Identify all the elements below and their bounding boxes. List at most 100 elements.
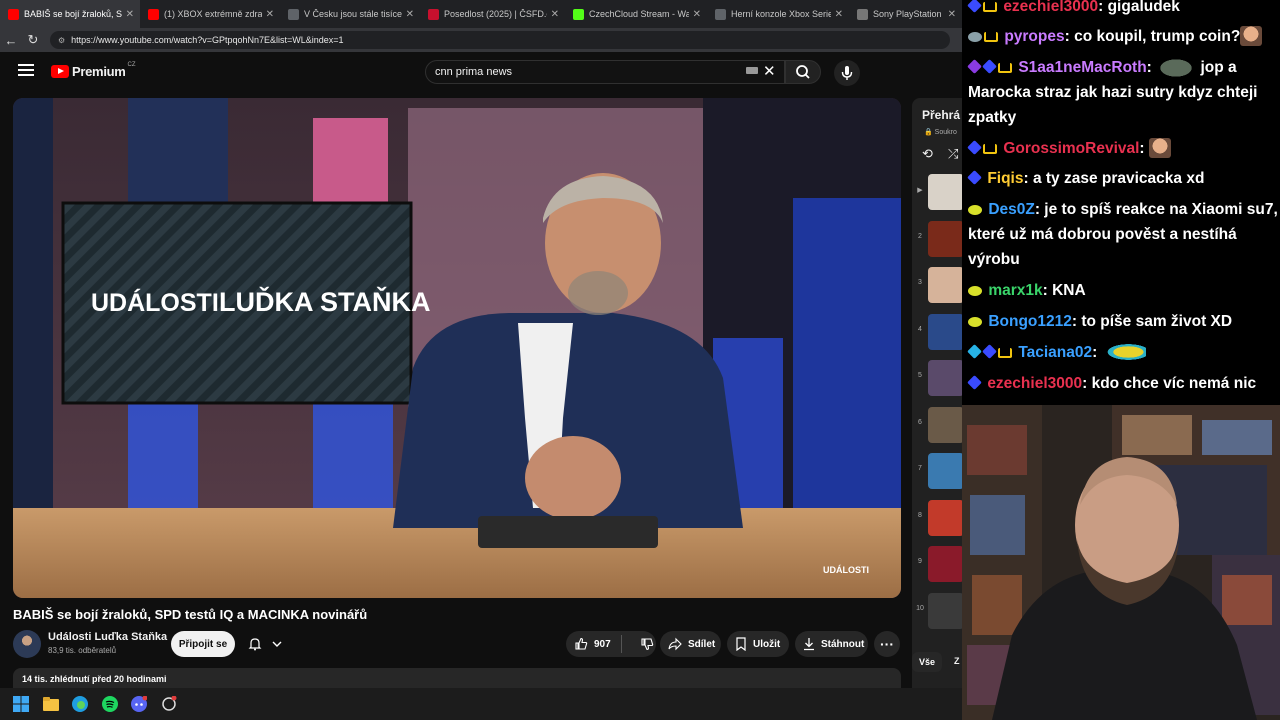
playlist-item-number: 2 xyxy=(918,232,922,240)
notifications-button[interactable] xyxy=(240,631,290,657)
browser-tab-title: CzechCloud Stream - Watch xyxy=(589,9,689,19)
url-bar[interactable]: ⚙ https://www.youtube.com/watch?v=GPtpqo… xyxy=(50,31,950,49)
download-icon xyxy=(804,638,814,651)
playlist-item[interactable]: 7 xyxy=(912,449,962,493)
edge-browser-icon[interactable] xyxy=(72,696,88,712)
chat-message: ezechiel3000: gigaludek xyxy=(967,0,1278,19)
browser-tab[interactable]: Sony PlayStation 4 Slim, ✕ xyxy=(849,0,962,28)
playlist-item[interactable]: ▶ xyxy=(912,170,962,214)
windows-start-icon[interactable] xyxy=(13,696,29,712)
article-icon xyxy=(288,8,299,20)
webcam-feed xyxy=(962,405,1280,720)
browser-tab-title: Sony PlayStation 4 Slim, xyxy=(873,9,944,19)
chat-text: : co koupil, trump coin? xyxy=(1064,28,1241,45)
voice-search-button[interactable] xyxy=(834,60,860,86)
chat-message: GorossimoRevival: xyxy=(967,136,1278,161)
chat-badge-icon xyxy=(982,59,997,74)
chat-username[interactable]: ezechiel3000 xyxy=(987,375,1082,392)
browser-tab[interactable]: CzechCloud Stream - Watch ✕ xyxy=(565,0,707,28)
close-tab-icon[interactable]: ✕ xyxy=(406,9,414,20)
clear-search-icon[interactable]: ✕ xyxy=(763,62,776,80)
chat-badge-icon xyxy=(998,63,1012,73)
playlist-item[interactable]: 3 xyxy=(912,263,962,307)
close-tab-icon[interactable]: ✕ xyxy=(693,9,701,20)
save-label: Uložit xyxy=(753,638,781,650)
playlist-thumbnail xyxy=(928,220,962,257)
file-explorer-icon[interactable] xyxy=(43,696,59,712)
loop-icon[interactable]: ⟲ xyxy=(922,146,933,162)
chat-username[interactable]: Taciana02 xyxy=(1018,344,1092,361)
like-button[interactable]: 907 xyxy=(566,631,656,657)
browser-tab[interactable]: V Česku jsou stále tisíce mig ✕ xyxy=(280,0,420,28)
playlist-item[interactable]: 9 xyxy=(912,542,962,586)
playlist-thumbnail xyxy=(928,267,962,303)
chat-username[interactable]: marx1k xyxy=(988,282,1042,299)
chat-username[interactable]: Fiqis xyxy=(987,170,1023,187)
hamburger-menu-icon[interactable] xyxy=(18,64,34,79)
app-icon[interactable] xyxy=(161,696,177,712)
playlist-thumbnail xyxy=(928,592,962,629)
playlist-item-number: 5 xyxy=(918,372,922,379)
reload-icon[interactable]: ↻ xyxy=(22,32,44,48)
close-tab-icon[interactable]: ✕ xyxy=(551,9,559,20)
globe-icon xyxy=(857,8,868,20)
chat-username[interactable]: GorossimoRevival xyxy=(1003,140,1139,157)
chat-username[interactable]: pyropes xyxy=(1004,28,1064,45)
youtube-premium-logo[interactable]: Premium CZ xyxy=(51,61,136,79)
video-watermark: UDÁLOSTI xyxy=(823,565,869,575)
browser-tab-strip: BABIŠ se bojí žraloků, SP ✕ (1) XBOX extré… xyxy=(0,0,962,28)
save-button[interactable]: Uložit xyxy=(727,631,789,657)
playlist-thumbnail xyxy=(928,453,962,489)
chevron-down-icon xyxy=(272,641,282,647)
playlist-item[interactable]: 8 xyxy=(912,496,962,540)
back-arrow-icon[interactable]: ← xyxy=(0,33,22,48)
close-tab-icon[interactable]: ✕ xyxy=(948,9,956,20)
share-button[interactable]: Sdílet xyxy=(660,631,721,657)
close-tab-icon[interactable]: ✕ xyxy=(835,9,843,20)
site-info-icon[interactable]: ⚙ xyxy=(58,36,65,45)
join-button[interactable]: Připojit se xyxy=(171,631,235,657)
discord-icon[interactable] xyxy=(131,696,147,712)
playlist-item[interactable]: 5 xyxy=(912,356,962,400)
chat-username[interactable]: Bongo1212 xyxy=(988,313,1072,330)
face-emote xyxy=(1240,26,1263,46)
browser-tab[interactable]: Posedlost (2025) | ČSFD.cz ✕ xyxy=(420,0,565,28)
playlist-item[interactable]: 2 xyxy=(912,217,962,261)
video-player[interactable]: UDÁLOSTI LUĎKA STAŇKA UDÁLOSTI xyxy=(13,98,901,598)
channel-avatar[interactable] xyxy=(13,630,41,658)
browser-tab[interactable]: BABIŠ se bojí žraloků, SP ✕ xyxy=(0,0,140,28)
chat-username[interactable]: Des0Z xyxy=(988,201,1035,218)
chip-all[interactable]: Vše xyxy=(912,652,942,672)
now-playing-icon: ▶ xyxy=(917,187,923,194)
chat-badge-icon xyxy=(983,144,997,154)
search-input[interactable]: cnn prima news xyxy=(425,60,785,84)
url-text: https://www.youtube.com/watch?v=GPtpqohN… xyxy=(71,35,344,45)
chat-overlay: ezechiel3000: gigaludek pyropes: co koup… xyxy=(962,0,1280,405)
thumbs-down-icon[interactable] xyxy=(640,637,654,651)
keyboard-icon[interactable] xyxy=(746,67,758,74)
chat-message: Fiqis: a ty zase pravicacka xd xyxy=(967,166,1278,191)
chat-username[interactable]: S1aa1neMacRoth xyxy=(1018,59,1146,76)
chat-badge-icon xyxy=(967,140,982,155)
search-button[interactable] xyxy=(785,60,821,84)
logo-text: Premium xyxy=(72,64,126,79)
chat-badge-icon xyxy=(984,32,998,42)
face-emote xyxy=(1148,138,1171,158)
close-tab-icon[interactable]: ✕ xyxy=(126,9,134,20)
playlist-item[interactable]: 4 xyxy=(912,310,962,354)
chat-badge-icon xyxy=(968,317,982,327)
chip-next[interactable]: Z xyxy=(954,656,960,666)
more-actions-button[interactable]: ··· xyxy=(874,631,900,657)
shuffle-icon[interactable]: ⤮ xyxy=(948,146,958,162)
browser-tab[interactable]: (1) XBOX extrémně zdražil. ✕ xyxy=(140,0,280,28)
browser-tab[interactable]: Herní konzole Xbox Series | ✕ xyxy=(707,0,849,28)
playlist-item[interactable]: 10 xyxy=(912,589,962,633)
playlist-item[interactable]: 6 xyxy=(912,403,962,447)
chat-username[interactable]: ezechiel3000 xyxy=(1003,0,1098,15)
channel-name[interactable]: Události Luďka Staňka xyxy=(48,631,167,643)
download-button[interactable]: Stáhnout xyxy=(795,631,868,657)
logo-region: CZ xyxy=(127,61,136,68)
chat-text: : a ty zase pravicacka xd xyxy=(1023,170,1205,187)
close-tab-icon[interactable]: ✕ xyxy=(266,9,274,20)
spotify-icon[interactable] xyxy=(102,696,118,712)
